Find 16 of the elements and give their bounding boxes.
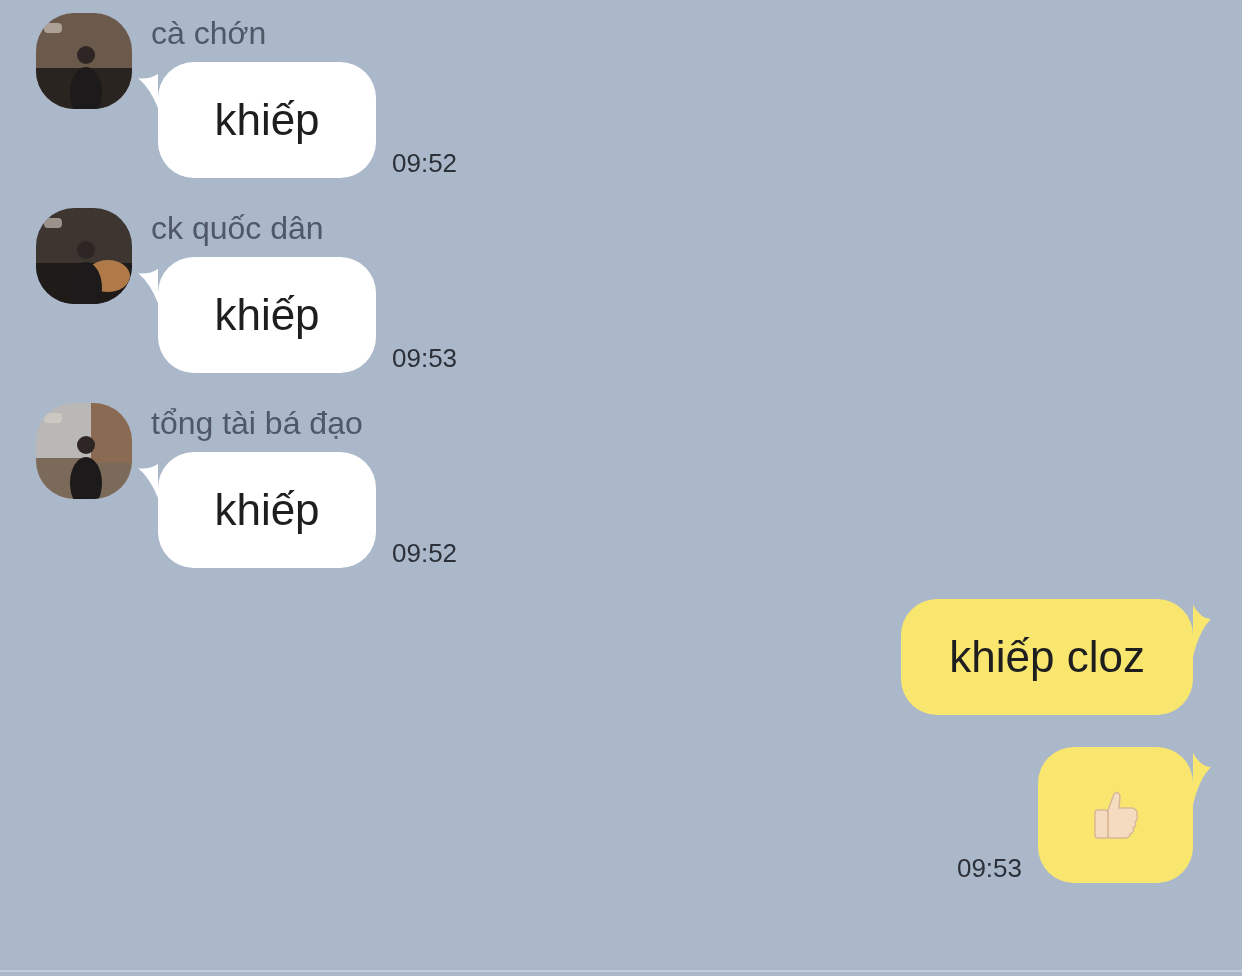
bubble-tail: [1193, 605, 1211, 657]
message-time: 09:52: [392, 538, 458, 568]
message-bubble: khiếp cloz: [901, 599, 1193, 715]
message-bubble: khiếp: [158, 62, 376, 178]
sender-name: tổng tài bá đạo: [151, 404, 364, 443]
thumbs-up-icon: [1091, 790, 1140, 840]
message-bubble: khiếp: [158, 452, 376, 568]
bubble-tail: [138, 464, 158, 498]
message-time: 09:53: [956, 853, 1022, 883]
message-bubble: khiếp: [158, 257, 376, 373]
sender-name: cà chớn: [151, 14, 268, 53]
message-time: 09:53: [392, 343, 458, 373]
bubble-tail: [138, 74, 158, 108]
message-time: 09:52: [392, 148, 458, 178]
bubble-tail: [138, 269, 158, 303]
sender-name: ck quốc dân: [151, 209, 325, 248]
